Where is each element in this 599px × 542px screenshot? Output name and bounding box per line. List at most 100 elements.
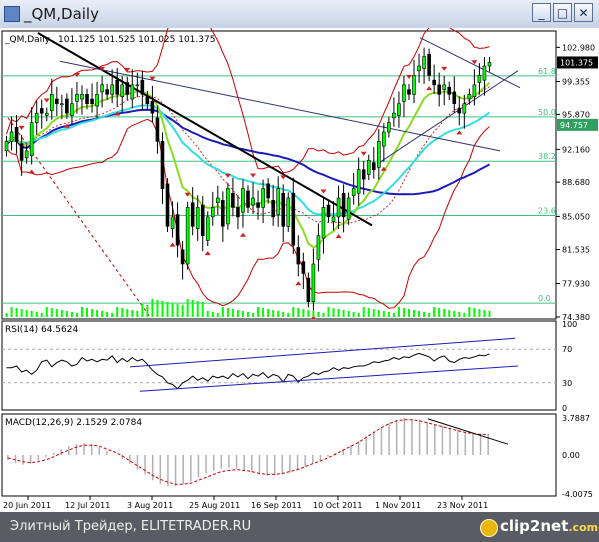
rsi-tick-label: 70 <box>562 345 572 354</box>
current-price-tag-label: 101.375 <box>560 58 593 67</box>
chart-window: _QM,Daily _ □ ✕ 61.8 50.0 38.2 23.6 0.0 102.… <box>0 0 599 542</box>
price-tick-label: 92.160 <box>562 145 590 154</box>
candle-body <box>75 93 79 102</box>
candle-body <box>377 141 381 168</box>
candle-body <box>105 89 109 95</box>
price-pane[interactable] <box>1 30 557 320</box>
candle-body <box>482 65 487 81</box>
candle-body <box>160 141 165 189</box>
candle-body <box>316 235 321 260</box>
candle-body <box>487 62 492 67</box>
date-tick-label: 1 Nov 2011 <box>375 501 421 510</box>
candle-body <box>306 277 311 303</box>
macd-pane-title: MACD(12,26,9) 2.1529 2.0784 <box>5 418 142 428</box>
candle-body <box>356 169 361 194</box>
title-bar[interactable]: _QM,Daily _ □ ✕ <box>0 0 599 29</box>
candle-body <box>336 197 341 218</box>
candle-body <box>402 84 406 102</box>
candle-body <box>100 84 104 93</box>
brand-name: clip2net <box>500 517 569 535</box>
candle-body <box>311 263 316 303</box>
fib-label: 61.8 <box>538 67 556 76</box>
candle-body <box>95 93 99 107</box>
candle-body <box>427 53 431 76</box>
candle-body <box>251 197 255 206</box>
footer-bar: Элитный Трейдер, ELITETRADER.RU clip2net… <box>0 512 599 542</box>
candle-body <box>447 86 452 95</box>
price-tick-label: 95.870 <box>562 110 590 119</box>
candle-body <box>477 75 482 83</box>
rsi-tick-label: 100 <box>562 320 577 329</box>
candle-body <box>321 207 326 239</box>
date-tick-label: 10 Oct 2011 <box>313 501 362 510</box>
candle-body <box>407 89 411 95</box>
candle-body <box>472 84 477 97</box>
candle-body <box>241 188 245 213</box>
candle-body <box>281 192 286 227</box>
candle-body <box>412 75 416 95</box>
candle-body <box>140 79 145 95</box>
candle-body <box>34 112 39 123</box>
candle-body <box>175 214 180 246</box>
macd-tick-label: -4.0075 <box>562 490 593 499</box>
chart-window-icon <box>4 6 20 22</box>
candle-body <box>341 192 346 218</box>
date-tick-label: 12 Jul 2011 <box>65 501 110 510</box>
candle-body <box>371 162 376 171</box>
trading-chart[interactable]: 61.8 50.0 38.2 23.6 0.0 102.980 99.355 95.870 9… <box>0 28 599 512</box>
candle-body <box>216 197 220 204</box>
candle-body <box>261 188 265 208</box>
candle-body <box>467 93 472 100</box>
candle-body <box>9 131 14 142</box>
candle-body <box>231 192 235 208</box>
candle-body <box>205 216 210 241</box>
date-tick-label: 25 Aug 2011 <box>189 501 240 510</box>
rsi-tick-label: 30 <box>562 379 572 388</box>
candle-body <box>110 84 114 95</box>
candle-body <box>457 108 462 114</box>
candle-body <box>296 247 301 265</box>
candle-body <box>24 150 29 159</box>
candle-body <box>200 204 205 237</box>
candle-body <box>150 101 155 114</box>
candle-body <box>392 112 396 119</box>
fib-label: 23.6 <box>538 206 556 215</box>
candle-body <box>55 98 59 105</box>
price-tick-label: 99.355 <box>562 78 590 87</box>
maximize-button[interactable]: □ <box>553 3 572 22</box>
candle-body <box>155 117 160 142</box>
candle-body <box>437 84 441 95</box>
fib-label: 0.0 <box>538 294 551 303</box>
fib-label: 50.0 <box>538 108 556 117</box>
candle-body <box>221 200 225 227</box>
candle-body <box>4 141 9 152</box>
candle-body <box>361 169 366 180</box>
candle-body <box>185 207 190 265</box>
candle-body <box>351 188 356 196</box>
candle-body <box>422 56 426 69</box>
candle-body <box>326 204 331 218</box>
macd-tick-label: 3.7887 <box>562 414 590 423</box>
candle-body <box>346 197 351 220</box>
rsi-pane[interactable] <box>1 320 557 411</box>
marked-price-tag-label: 94.757 <box>560 121 588 130</box>
date-tick-label: 3 Aug 2011 <box>127 501 173 510</box>
candle-body <box>85 93 89 105</box>
candle-body <box>180 249 185 265</box>
candle-body <box>170 216 175 229</box>
candle-body <box>266 183 270 199</box>
candle-body <box>44 112 49 116</box>
candle-body <box>397 103 401 116</box>
candle-body <box>39 108 44 114</box>
candle-body <box>19 143 24 161</box>
candle-body <box>115 79 119 95</box>
minimize-button[interactable]: _ <box>532 3 551 22</box>
window-title: _QM,Daily <box>24 5 99 23</box>
close-button[interactable]: ✕ <box>574 3 593 22</box>
candle-body <box>195 207 200 229</box>
candle-body <box>190 202 195 227</box>
candle-body <box>130 84 135 100</box>
price-tick-label: 81.535 <box>562 246 590 255</box>
price-tick-label: 77.930 <box>562 280 590 289</box>
price-tick-label: 102.980 <box>562 43 595 52</box>
